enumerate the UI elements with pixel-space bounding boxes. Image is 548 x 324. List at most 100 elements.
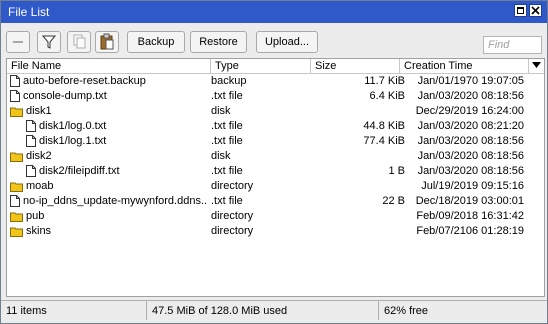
paste-icon xyxy=(100,33,114,50)
file-size-cell: 11.7 KiB xyxy=(364,75,405,87)
column-menu-button[interactable] xyxy=(529,59,544,73)
title-bar[interactable]: File List xyxy=(1,1,547,23)
file-name-text: disk2 xyxy=(26,150,52,162)
file-icon xyxy=(26,165,36,177)
file-name-text: moab xyxy=(26,180,54,192)
file-name-text: disk1/log.0.txt xyxy=(39,120,107,132)
file-size-cell xyxy=(310,179,405,194)
file-type-cell: .txt file xyxy=(211,90,243,102)
file-name-cell: disk2/fileipdiff.txt xyxy=(26,164,207,179)
close-icon xyxy=(531,6,540,15)
table-row[interactable]: disk2 disk Jan/03/2020 08:18:56 xyxy=(7,149,544,164)
file-name-cell: pub xyxy=(10,209,207,224)
folder-icon xyxy=(10,152,23,162)
file-type-cell: .txt file xyxy=(211,120,243,132)
file-name-text: auto-before-reset.backup xyxy=(23,75,146,87)
dropdown-arrow-icon xyxy=(532,62,541,68)
file-size-cell xyxy=(310,224,405,239)
close-window-button[interactable] xyxy=(529,4,542,17)
window-title: File List xyxy=(8,5,50,19)
file-name-cell: disk2 xyxy=(10,149,207,164)
restore-button[interactable]: Restore xyxy=(190,31,247,53)
folder-icon xyxy=(10,107,23,117)
file-type-cell: backup xyxy=(211,75,247,87)
file-icon xyxy=(10,75,20,87)
copy-icon xyxy=(73,34,86,49)
table-row[interactable]: moab directory Jul/19/2019 09:15:16 xyxy=(7,179,544,194)
file-size-cell: 1 B xyxy=(388,165,405,177)
table-row[interactable]: auto-before-reset.backup backup 11.7 KiB Ja… xyxy=(7,74,544,89)
backup-button[interactable]: Backup xyxy=(127,31,185,53)
restore-icon xyxy=(517,7,524,14)
creation-time-cell: Feb/09/2018 16:31:42 xyxy=(416,210,524,222)
file-name-cell: console-dump.txt xyxy=(10,89,207,104)
table-row[interactable]: console-dump.txt .txt file 6.4 KiB Jan/03/2… xyxy=(7,89,544,104)
creation-time-cell: Jan/03/2020 08:18:56 xyxy=(417,150,524,162)
creation-time-cell: Feb/07/2106 01:28:19 xyxy=(416,225,524,237)
file-icon xyxy=(10,90,20,102)
creation-time-cell: Jul/19/2019 09:15:16 xyxy=(421,180,524,192)
column-header-type[interactable]: Type xyxy=(211,59,311,73)
file-name-text: skins xyxy=(26,225,52,237)
filter-icon xyxy=(41,35,57,49)
file-name-cell: disk1 xyxy=(10,104,207,119)
paste-button[interactable] xyxy=(95,31,119,53)
table-row[interactable]: no-ip_ddns_update-mywynford.ddns... .txt … xyxy=(7,194,544,209)
file-size-cell: 6.4 KiB xyxy=(369,90,405,102)
file-size-cell xyxy=(310,149,405,164)
status-bar: 11 items 47.5 MiB of 128.0 MiB used 62% … xyxy=(1,300,547,322)
creation-time-cell: Dec/18/2019 03:00:01 xyxy=(415,195,524,207)
creation-time-cell: Jan/03/2020 08:18:56 xyxy=(417,135,524,147)
file-type-cell: directory xyxy=(211,210,254,222)
column-header-creation-time[interactable]: Creation Time xyxy=(400,59,529,73)
folder-icon xyxy=(10,182,23,192)
table-row[interactable]: disk2/fileipdiff.txt .txt file 1 B Jan/03/2… xyxy=(7,164,544,179)
file-icon xyxy=(10,195,20,207)
table-header: File Name Type Size Creation Time xyxy=(7,59,544,74)
file-type-cell: .txt file xyxy=(211,195,243,207)
file-name-cell: disk1/log.0.txt xyxy=(26,119,207,134)
file-name-text: disk1/log.1.txt xyxy=(39,135,107,147)
remove-button[interactable] xyxy=(6,31,30,53)
table-row[interactable]: skins directory Feb/07/2106 01:28:19 xyxy=(7,224,544,239)
file-name-text: disk2/fileipdiff.txt xyxy=(39,165,120,177)
file-list-window: File List Backup Restore Upload... Find … xyxy=(0,0,548,324)
table-row[interactable]: pub directory Feb/09/2018 16:31:42 xyxy=(7,209,544,224)
file-name-cell: no-ip_ddns_update-mywynford.ddns... xyxy=(10,194,207,209)
creation-time-cell: Jan/03/2020 08:18:56 xyxy=(417,90,524,102)
file-name-cell: moab xyxy=(10,179,207,194)
status-disk-usage: 47.5 MiB of 128.0 MiB used xyxy=(147,300,379,320)
column-header-name[interactable]: File Name xyxy=(7,59,211,73)
status-item-count: 11 items xyxy=(1,300,147,320)
file-type-cell: .txt file xyxy=(211,135,243,147)
filter-button[interactable] xyxy=(37,31,61,53)
table-row[interactable]: disk1/log.1.txt .txt file 77.4 KiB Jan/03/2… xyxy=(7,134,544,149)
status-free-space: 62% free xyxy=(379,300,547,320)
file-table: File Name Type Size Creation Time auto-b… xyxy=(6,58,545,297)
file-name-text: pub xyxy=(26,210,45,222)
file-name-cell: skins xyxy=(10,224,207,239)
creation-time-cell: Jan/03/2020 08:18:56 xyxy=(417,165,524,177)
file-icon xyxy=(26,120,36,132)
folder-icon xyxy=(10,227,23,237)
file-size-cell: 77.4 KiB xyxy=(363,135,405,147)
table-row[interactable]: disk1/log.0.txt .txt file 44.8 KiB Jan/03/2… xyxy=(7,119,544,134)
file-size-cell xyxy=(310,209,405,224)
file-name-text: disk1 xyxy=(26,105,52,117)
file-name-text: console-dump.txt xyxy=(23,90,107,102)
creation-time-cell: Jan/01/1970 19:07:05 xyxy=(417,75,524,87)
table-row[interactable]: disk1 disk Dec/29/2019 16:24:00 xyxy=(7,104,544,119)
find-input[interactable]: Find xyxy=(483,36,542,54)
file-type-cell: directory xyxy=(211,180,254,192)
restore-window-button[interactable] xyxy=(514,4,527,17)
file-size-cell: 22 B xyxy=(382,195,405,207)
upload-button[interactable]: Upload... xyxy=(256,31,318,53)
minus-icon xyxy=(13,41,23,43)
file-size-cell: 44.8 KiB xyxy=(363,120,405,132)
column-header-size[interactable]: Size xyxy=(311,59,400,73)
file-name-text: no-ip_ddns_update-mywynford.ddns... xyxy=(23,195,207,207)
toolbar: Backup Restore Upload... Find xyxy=(1,24,547,58)
copy-button[interactable] xyxy=(67,31,91,53)
file-type-cell: disk xyxy=(211,150,231,162)
file-icon xyxy=(26,135,36,147)
